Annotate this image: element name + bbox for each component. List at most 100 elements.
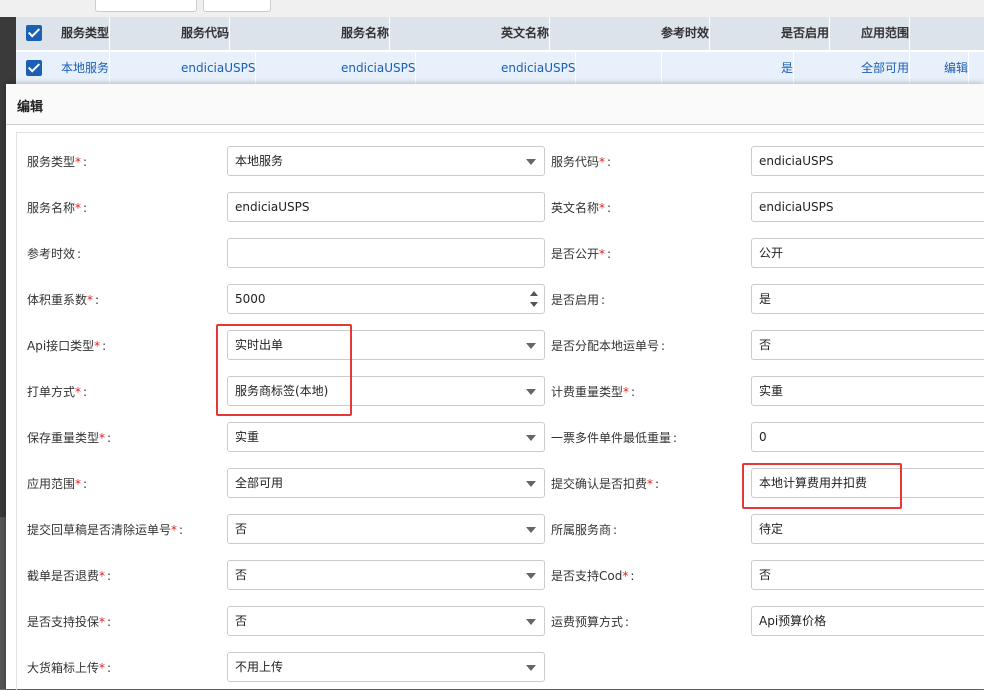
chevron-down-icon[interactable] [526,343,536,349]
chevron-down-icon[interactable] [526,573,536,579]
freight-estimate-method-field[interactable]: Api预算价格 [751,606,984,636]
label-colon: : [83,201,88,215]
edit-link[interactable]: 编辑 [944,52,970,85]
is-public-value: 公开 [759,246,784,260]
table-row[interactable]: 本地服务 endiciaUSPS endiciaUSPS endiciaUSPS… [16,52,984,85]
volume-weight-factor-number-input[interactable]: 5000 [227,284,545,314]
col-header-english-name[interactable]: 英文名称 [501,17,551,50]
save-weight-type-label: 保存重量类型*: [27,429,111,446]
support-cod-value: 否 [759,568,772,582]
is-enabled-field[interactable]: 是 [751,284,984,314]
bulk-box-label-upload-select[interactable]: 不用上传 [227,652,545,682]
required-mark: * [99,661,106,675]
is-public-label: 是否公开*: [551,245,611,262]
service-code-label: 服务代码*: [551,153,611,170]
api-type-label: Api接口类型*: [27,337,106,354]
required-mark: * [622,569,629,583]
label-colon: : [95,293,100,307]
api-type-value: 实时出单 [235,338,284,352]
clear-waybill-on-draft-label: 提交回草稿是否清除运单号*: [27,521,183,538]
cell-scope: 全部可用 [861,52,911,85]
chevron-down-icon[interactable] [526,481,536,487]
toolbar-button[interactable] [203,0,271,12]
col-header-enabled[interactable]: 是否启用 [781,17,831,50]
english-name-field[interactable]: endiciaUSPS [751,192,984,222]
row-checkbox[interactable] [26,60,42,76]
clear-waybill-on-draft-select[interactable]: 否 [227,514,545,544]
label-colon: : [630,569,635,583]
bulk-box-label-upload-label-text: 大货箱标上传 [27,661,100,675]
col-header-service-type[interactable]: 服务类型 [61,17,111,50]
assign-local-waybill-value: 否 [759,338,772,352]
table-header-row: 服务类型 服务代码 服务名称 英文名称 参考时效 是否启用 应用范围 [16,17,984,50]
volume-weight-factor-label-text: 体积重系数 [27,293,88,307]
service-code-field[interactable]: endiciaUSPS [751,146,984,176]
col-header-service-name[interactable]: 服务名称 [341,17,391,50]
spinner-arrows-icon[interactable] [530,291,538,307]
provider-label-text: 所属服务商 [551,523,612,537]
billing-weight-type-value: 实重 [759,384,784,398]
support-insurance-select[interactable]: 否 [227,606,545,636]
label-colon: : [631,385,636,399]
volume-weight-factor-label: 体积重系数*: [27,291,99,308]
col-header-reference-time[interactable]: 参考时效 [661,17,711,50]
service-name-input[interactable]: endiciaUSPS [227,192,545,222]
save-weight-type-label-text: 保存重量类型 [27,431,100,445]
bulk-box-label-upload-label: 大货箱标上传*: [27,659,111,676]
print-method-select[interactable]: 服务商标签(本地) [227,376,545,406]
support-cod-label-text: 是否支持Cod [551,569,623,583]
english-name-label-text: 英文名称 [551,201,600,215]
service-code-value: endiciaUSPS [759,154,834,168]
label-colon: : [673,431,678,445]
confirm-fee-deduction-label: 提交确认是否扣费*: [551,475,659,492]
chevron-down-icon[interactable] [526,619,536,625]
is-public-label-text: 是否公开 [551,247,600,261]
col-header-scope[interactable]: 应用范围 [861,17,911,50]
confirm-fee-deduction-field[interactable]: 本地计算费用并扣费 [751,468,984,498]
cell-reference-time [661,52,662,85]
chevron-down-icon[interactable] [526,389,536,395]
label-colon: : [107,661,112,675]
chevron-down-icon[interactable] [526,159,536,165]
cell-service-type: 本地服务 [61,52,111,85]
select-all-checkbox[interactable] [26,25,42,41]
label-colon: : [607,201,612,215]
chevron-down-icon[interactable] [526,665,536,671]
label-colon: : [107,569,112,583]
is-enabled-label: 是否启用: [551,291,605,308]
assign-local-waybill-field[interactable]: 否 [751,330,984,360]
support-cod-field[interactable]: 否 [751,560,984,590]
service-code-label-text: 服务代码 [551,155,600,169]
save-weight-type-value: 实重 [235,430,260,444]
chevron-down-icon[interactable] [526,527,536,533]
required-mark: * [94,339,101,353]
refund-on-cutoff-select[interactable]: 否 [227,560,545,590]
api-type-select[interactable]: 实时出单 [227,330,545,360]
service-name-label: 服务名称*: [27,199,87,216]
english-name-value: endiciaUSPS [759,200,834,214]
multi-piece-min-weight-field[interactable]: 0 [751,422,984,452]
required-mark: * [75,477,82,491]
required-mark: * [75,155,82,169]
required-mark: * [171,523,178,537]
bulk-box-label-upload-value: 不用上传 [235,660,284,674]
support-insurance-value: 否 [235,614,248,628]
provider-field[interactable]: 待定 [751,514,984,544]
chevron-down-icon[interactable] [526,435,536,441]
provider-value: 待定 [759,522,784,536]
service-type-select[interactable]: 本地服务 [227,146,545,176]
reference-time-input[interactable] [227,238,545,268]
save-weight-type-select[interactable]: 实重 [227,422,545,452]
is-public-field[interactable]: 公开 [751,238,984,268]
billing-weight-type-field[interactable]: 实重 [751,376,984,406]
service-name-label-text: 服务名称 [27,201,76,215]
required-mark: * [647,477,654,491]
is-enabled-value: 是 [759,292,772,306]
scope-label: 应用范围*: [27,475,87,492]
freight-estimate-method-label-text: 运费预算方式 [551,615,624,629]
background-toolbar [0,0,984,18]
toolbar-button[interactable] [95,0,197,12]
scope-select[interactable]: 全部可用 [227,468,545,498]
print-method-label: 打单方式*: [27,383,87,400]
col-header-service-code[interactable]: 服务代码 [181,17,231,50]
